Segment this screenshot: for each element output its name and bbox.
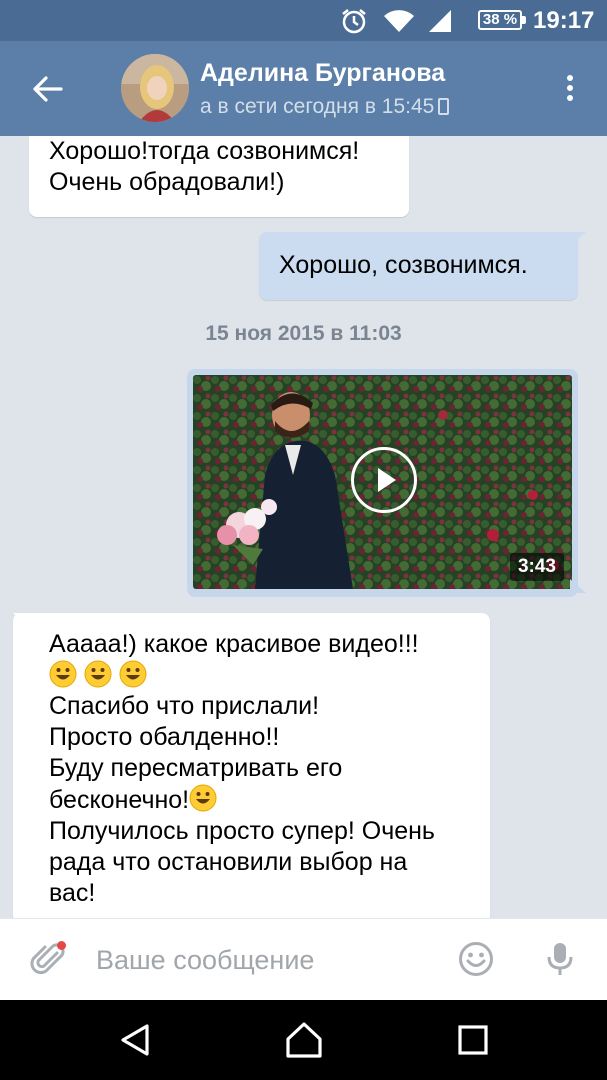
back-arrow-icon <box>33 76 63 102</box>
play-button[interactable] <box>351 447 417 513</box>
more-options-button[interactable] <box>558 71 582 107</box>
smiley-emoji-icon <box>189 784 217 812</box>
message-text: рада что остановили выбор на <box>49 848 408 876</box>
home-icon <box>286 1022 322 1058</box>
smiley-emoji-icon <box>119 660 147 688</box>
message-text: Хорошо!тогда созвонимся! <box>49 137 360 165</box>
message-text: Спасибо что прислали! <box>49 692 320 720</box>
back-button[interactable] <box>25 69 69 109</box>
clock: 19:17 <box>533 7 595 34</box>
contact-status: а в сети сегодня в 15:45 <box>200 95 450 119</box>
message-text: Очень обрадовали!) <box>49 168 285 196</box>
system-nav-bar <box>0 1000 607 1080</box>
play-icon <box>378 468 396 492</box>
alarm-icon <box>342 9 366 34</box>
message-input[interactable] <box>96 939 436 981</box>
message-text: Хорошо, созвонимся. <box>279 251 528 279</box>
nav-home-button[interactable] <box>284 1020 324 1060</box>
smiley-emoji-icon <box>49 660 77 688</box>
status-bar: 38 % 19:17 <box>0 0 607 41</box>
message-text: вас! <box>49 879 96 907</box>
bubble-tail <box>570 232 586 246</box>
voice-message-button[interactable] <box>546 941 574 982</box>
message-incoming[interactable]: Хорошо!тогда созвонимся! Очень обрадовал… <box>29 136 409 217</box>
message-text: Ааааа!) какое красивое видео!!! <box>49 630 419 658</box>
message-outgoing[interactable]: Хорошо, созвонимся. <box>259 232 578 300</box>
microphone-icon <box>547 943 573 975</box>
emoji-row <box>49 660 470 691</box>
wifi-icon <box>384 10 414 33</box>
date-separator: 15 ноя 2015 в 11:03 <box>205 322 402 345</box>
bubble-tail <box>570 579 586 593</box>
battery-indicator: 38 % <box>478 10 526 30</box>
message-text: Получилось просто супер! Очень <box>49 817 435 845</box>
video-duration: 3:43 <box>509 553 564 581</box>
signal-icon <box>429 10 451 32</box>
chat-header: Аделина Бурганова а в сети сегодня в 15:… <box>0 41 607 136</box>
nav-recents-button[interactable] <box>453 1020 493 1060</box>
smiley-icon <box>459 942 493 976</box>
avatar-photo <box>121 54 189 122</box>
contact-name[interactable]: Аделина Бурганова <box>200 59 445 88</box>
smiley-emoji-icon <box>84 660 112 688</box>
video-thumbnail[interactable]: 3:43 <box>193 375 572 589</box>
last-seen-text: а в сети сегодня в 15:45 <box>200 95 435 118</box>
back-triangle-icon <box>121 1024 149 1056</box>
phone-icon <box>438 98 450 115</box>
video-message[interactable]: 3:43 <box>187 369 578 597</box>
message-text: Просто обалденно!! <box>49 723 280 751</box>
avatar[interactable] <box>121 54 189 122</box>
emoji-button[interactable] <box>458 941 494 982</box>
recents-square-icon <box>458 1025 488 1055</box>
message-input-bar <box>0 918 607 1000</box>
message-text-line: бесконечно! <box>49 784 470 816</box>
message-list[interactable]: Хорошо!тогда созвонимся! Очень обрадовал… <box>0 136 607 918</box>
message-text: бесконечно! <box>49 786 190 814</box>
message-text: Буду пересматривать его <box>49 754 343 782</box>
nav-back-button[interactable] <box>115 1020 155 1060</box>
message-incoming[interactable]: Ааааа!) какое красивое видео!!! Спасибо … <box>13 613 490 918</box>
notification-dot <box>57 941 66 950</box>
